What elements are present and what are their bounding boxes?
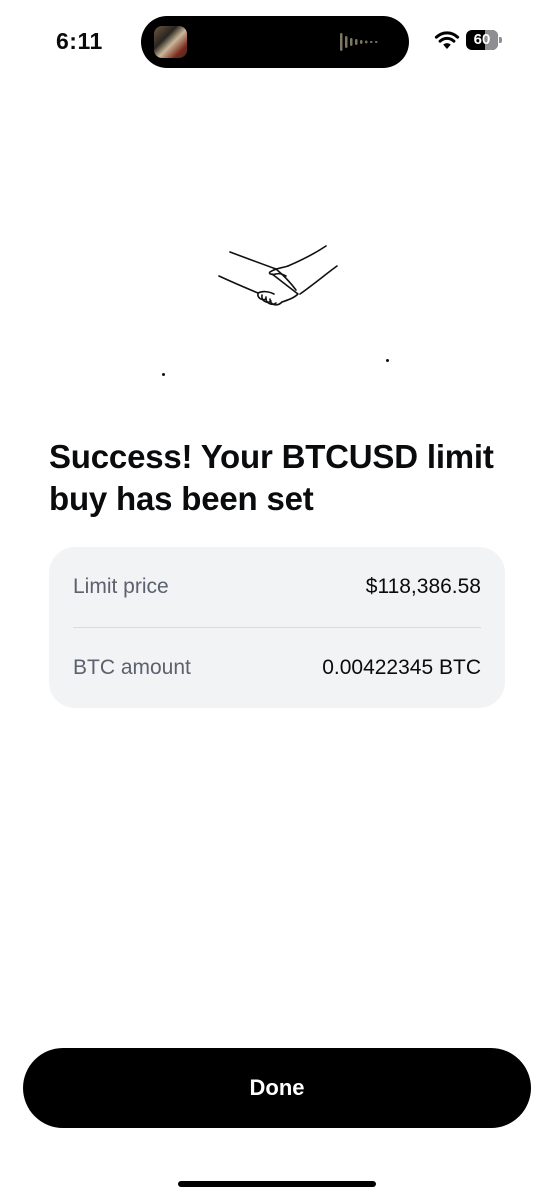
limit-price-label: Limit price [73,575,169,598]
btc-amount-value: 0.00422345 BTC [322,656,481,679]
detail-row-limit-price: Limit price $118,386.58 [73,547,481,628]
confirmation-title: Success! Your BTCUSD limit buy has been … [49,438,494,517]
dynamic-island[interactable] [141,16,409,68]
status-time: 6:11 [56,28,103,54]
now-playing-artwork-icon [154,26,187,58]
wifi-icon [434,31,460,49]
btc-amount-label: BTC amount [73,656,191,679]
decorative-dot [386,359,389,362]
audio-waveform-icon [340,33,378,51]
home-indicator[interactable] [178,1181,376,1187]
status-bar: 6:11 60 [0,0,554,80]
detail-row-btc-amount: BTC amount 0.00422345 BTC [73,628,481,708]
battery-level: 60 [473,31,491,48]
decorative-dot [162,373,165,376]
limit-price-value: $118,386.58 [365,575,481,598]
battery-icon: 60 [466,30,502,50]
done-button[interactable]: Done [23,1048,531,1128]
handshake-icon [218,245,338,306]
order-details-card: Limit price $118,386.58 BTC amount 0.004… [49,547,505,708]
